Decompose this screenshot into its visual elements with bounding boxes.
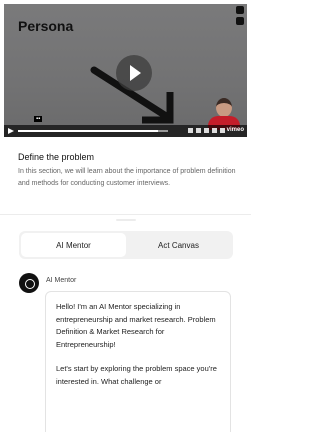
tab-ai-mentor[interactable]: AI Mentor	[21, 233, 126, 257]
section-description: In this section, we will learn about the…	[18, 168, 236, 187]
player-icons	[188, 128, 225, 133]
tab-bar: AI Mentor Act Canvas	[19, 231, 233, 259]
presenter-video	[204, 98, 244, 130]
volume-icon[interactable]	[188, 128, 193, 133]
progress-bar[interactable]	[18, 130, 168, 132]
captions-icon[interactable]	[196, 128, 201, 133]
pip-icon[interactable]	[212, 128, 217, 133]
video-controls: ▪▪ vimeo	[4, 116, 247, 137]
progress-fill	[18, 130, 158, 132]
fullscreen-icon[interactable]	[220, 128, 225, 133]
settings-icon[interactable]	[204, 128, 209, 133]
ai-mentor-avatar	[19, 273, 39, 293]
play-button[interactable]	[116, 55, 152, 91]
divider	[0, 214, 251, 215]
sender-name: AI Mentor	[46, 277, 77, 284]
section-title: Define the problem	[18, 152, 95, 162]
time-tooltip: ▪▪	[34, 116, 43, 122]
chat-message: Hello! I'm an AI Mentor specializing in …	[45, 291, 231, 432]
vimeo-logo[interactable]: vimeo	[227, 127, 244, 133]
play-icon[interactable]	[8, 128, 14, 134]
drag-handle[interactable]	[116, 219, 136, 221]
message-paragraph: Hello! I'm an AI Mentor specializing in …	[56, 302, 216, 349]
tab-act-canvas[interactable]: Act Canvas	[126, 233, 231, 257]
video-player[interactable]: Persona ▪▪ vimeo	[4, 4, 247, 137]
message-paragraph: Let's start by exploring the problem spa…	[56, 364, 217, 386]
